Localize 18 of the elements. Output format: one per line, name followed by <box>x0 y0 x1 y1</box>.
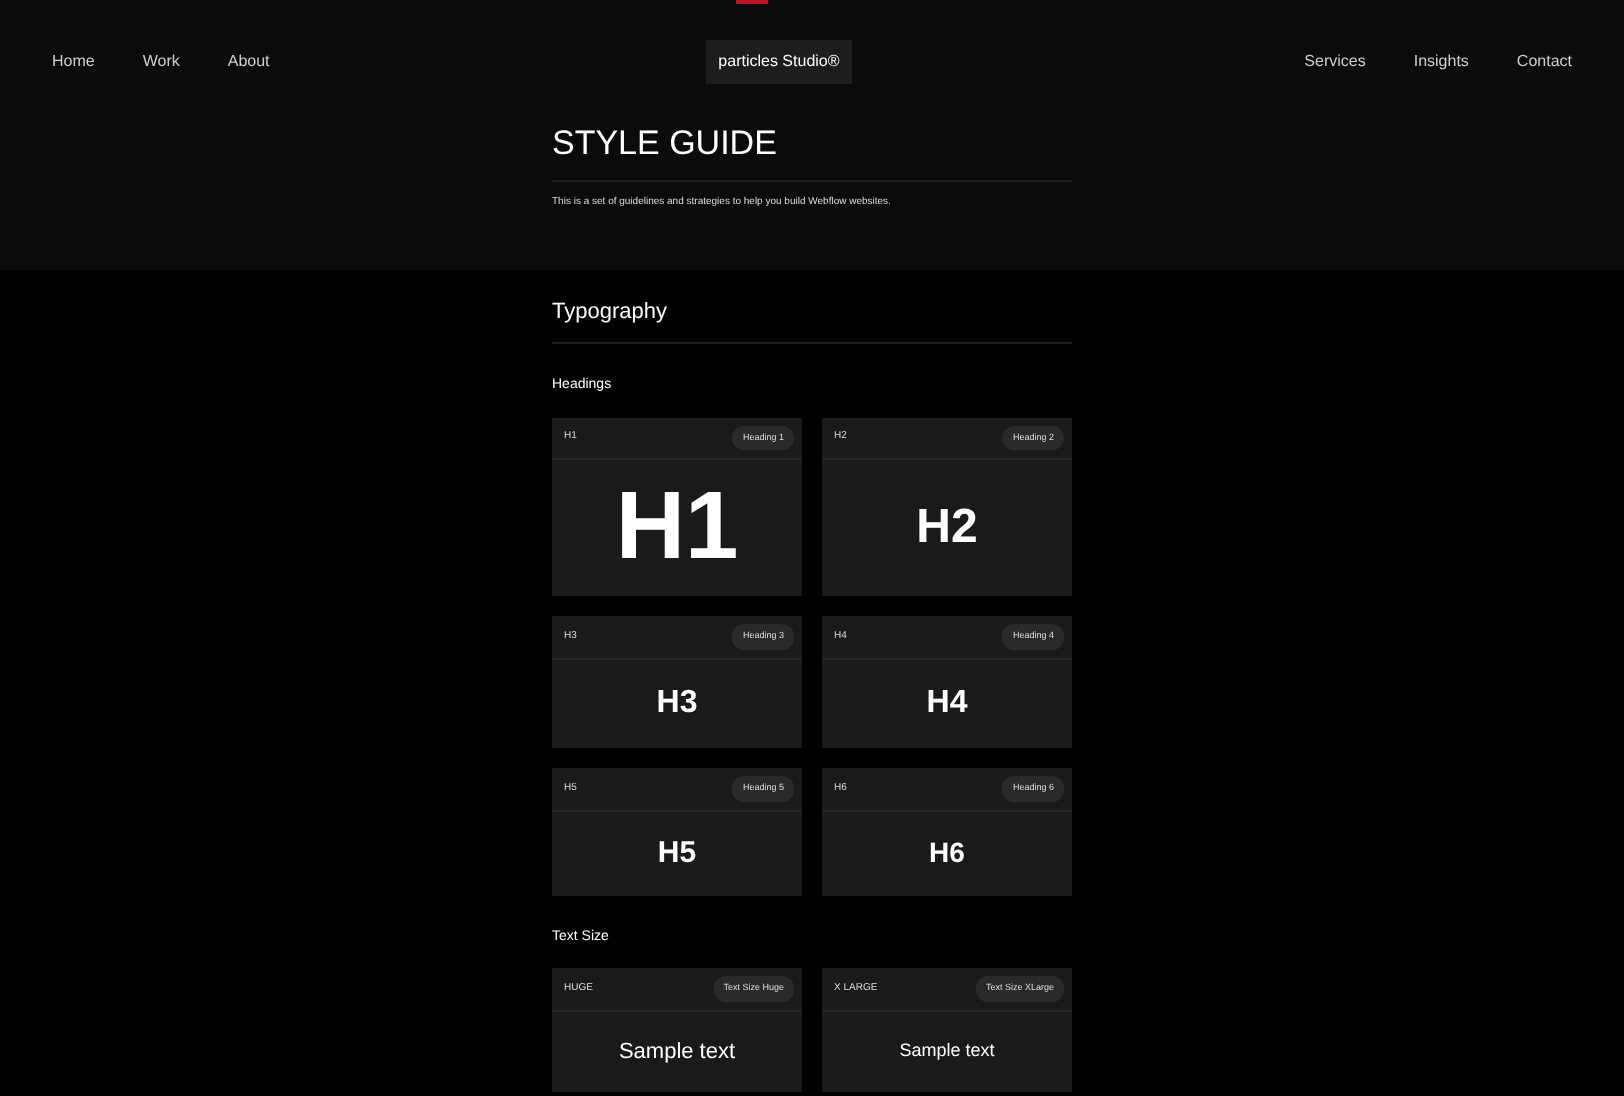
sample-text: H4 <box>924 684 970 725</box>
sample-text: Sample text <box>616 1037 738 1068</box>
sample-text: H5 <box>655 833 699 874</box>
sample-text: H3 <box>654 684 700 725</box>
sample-text: H6 <box>927 834 967 873</box>
page-title: STYLE GUIDE <box>552 84 1072 183</box>
sample-text: Sample text <box>897 1038 997 1065</box>
top-tab-mark <box>736 0 768 4</box>
nav-link-item[interactable]: Insights <box>1413 50 1469 74</box>
nav-link-item[interactable]: Contact <box>1516 50 1572 74</box>
sample-text: H1 <box>613 472 741 585</box>
brand-logo[interactable]: particles Studio® <box>706 40 852 84</box>
section-title: Typography <box>552 270 1072 345</box>
nav-link-item[interactable]: Home <box>52 50 95 74</box>
nav-link-item[interactable]: About <box>227 50 270 74</box>
nav-link-item[interactable]: Services <box>1304 50 1366 74</box>
sample-text: H2 <box>914 498 980 559</box>
nav-link-item[interactable]: Work <box>142 50 180 74</box>
